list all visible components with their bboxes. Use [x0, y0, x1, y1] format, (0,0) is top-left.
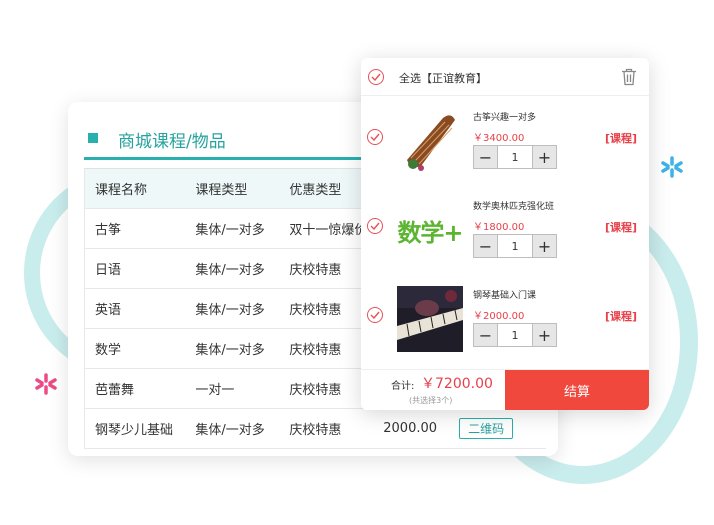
trash-icon[interactable] — [621, 68, 637, 86]
item-name: 古筝兴趣一对多 — [473, 113, 537, 123]
math-thumbnail: 数学+ — [397, 197, 463, 263]
cell-course-type: 集体/一对多 — [185, 408, 280, 449]
item-price: ￥1800.00 — [473, 222, 525, 233]
cart-item: 数学+ 数学奥林匹克强化班 ￥1800.00 − 1 + [课程] — [361, 187, 649, 276]
item-tag: [课程] — [604, 221, 637, 234]
quantity-stepper: − 1 + — [473, 145, 557, 169]
cell-promo-type: 庆校特惠 — [279, 328, 374, 369]
checkout-button[interactable]: 结算 — [505, 370, 649, 410]
column-header-promo: 优惠类型 — [279, 168, 374, 209]
column-header-type: 课程类型 — [185, 168, 280, 209]
course-list-title: 商城课程/物品 — [118, 132, 226, 152]
item-price: ￥2000.00 — [473, 311, 525, 322]
cell-course-name: 古筝 — [84, 208, 186, 249]
shopping-cart-panel: 全选【正谊教育】 古筝兴趣一对多 ￥3400.00 − 1 + [课程] 数学+… — [361, 58, 649, 410]
check-icon — [370, 222, 380, 230]
cell-course-name: 钢琴少儿基础 — [84, 408, 186, 449]
cell-course-type: 一对一 — [185, 368, 280, 409]
cart-header: 全选【正谊教育】 — [361, 58, 649, 96]
quantity-value[interactable]: 1 — [497, 235, 533, 257]
cell-promo-type: 庆校特惠 — [279, 248, 374, 289]
cell-promo-type: 双十一惊爆价 — [279, 208, 374, 249]
quantity-stepper: − 1 + — [473, 234, 557, 258]
cell-action: 二维码 — [449, 408, 546, 449]
total-value: ￥7200.00 — [421, 376, 493, 392]
selected-count: (共选择3个) — [409, 396, 453, 405]
minus-button[interactable]: − — [474, 324, 497, 346]
check-icon — [370, 311, 380, 319]
minus-button[interactable]: − — [474, 235, 497, 257]
cell-course-name: 日语 — [84, 248, 186, 289]
cell-promo-type: 庆校特惠 — [279, 288, 374, 329]
quantity-stepper: − 1 + — [473, 323, 557, 347]
title-marker — [88, 133, 98, 143]
cell-price: 2000.00 — [373, 408, 450, 449]
cart-item: 钢琴基础入门课 ￥2000.00 − 1 + [课程] — [361, 276, 649, 365]
plus-button[interactable]: + — [533, 146, 556, 168]
check-icon — [371, 73, 381, 81]
table-row[interactable]: 钢琴少儿基础 集体/一对多 庆校特惠 2000.00 二维码 — [84, 408, 546, 449]
cell-course-type: 集体/一对多 — [185, 288, 280, 329]
select-all-checkbox[interactable] — [368, 69, 384, 85]
item-checkbox[interactable] — [367, 218, 383, 234]
total-label: 合计: — [391, 381, 415, 392]
cell-promo-type: 庆校特惠 — [279, 368, 374, 409]
minus-button[interactable]: − — [474, 146, 497, 168]
item-name: 数学奥林匹克强化班 — [473, 202, 555, 212]
plus-button[interactable]: + — [533, 324, 556, 346]
check-icon — [370, 133, 380, 141]
piano-thumbnail — [397, 286, 463, 352]
cell-course-type: 集体/一对多 — [185, 248, 280, 289]
sparkle-icon-blue — [661, 156, 683, 178]
cart-item: 古筝兴趣一对多 ￥3400.00 − 1 + [课程] — [361, 98, 649, 187]
guzheng-thumbnail — [397, 108, 463, 174]
qr-code-button[interactable]: 二维码 — [459, 418, 514, 439]
cell-course-type: 集体/一对多 — [185, 208, 280, 249]
item-price: ￥3400.00 — [473, 133, 525, 144]
sparkle-icon-pink — [35, 373, 57, 395]
cell-course-name: 数学 — [84, 328, 186, 369]
cell-course-type: 集体/一对多 — [185, 328, 280, 369]
item-tag: [课程] — [604, 132, 637, 145]
item-tag: [课程] — [604, 310, 637, 323]
quantity-value[interactable]: 1 — [497, 324, 533, 346]
item-name: 钢琴基础入门课 — [473, 291, 537, 301]
select-all-label: 全选【正谊教育】 — [399, 72, 487, 85]
item-checkbox[interactable] — [367, 307, 383, 323]
cart-summary: 合计: ￥7200.00 (共选择3个) 结算 — [361, 369, 649, 410]
cell-course-name: 英语 — [84, 288, 186, 329]
cell-course-name: 芭蕾舞 — [84, 368, 186, 409]
quantity-value[interactable]: 1 — [497, 146, 533, 168]
plus-button[interactable]: + — [533, 235, 556, 257]
math-logo-text: 数学+ — [397, 218, 463, 247]
cell-promo-type: 庆校特惠 — [279, 408, 374, 449]
item-checkbox[interactable] — [367, 129, 383, 145]
column-header-name: 课程名称 — [84, 168, 186, 209]
